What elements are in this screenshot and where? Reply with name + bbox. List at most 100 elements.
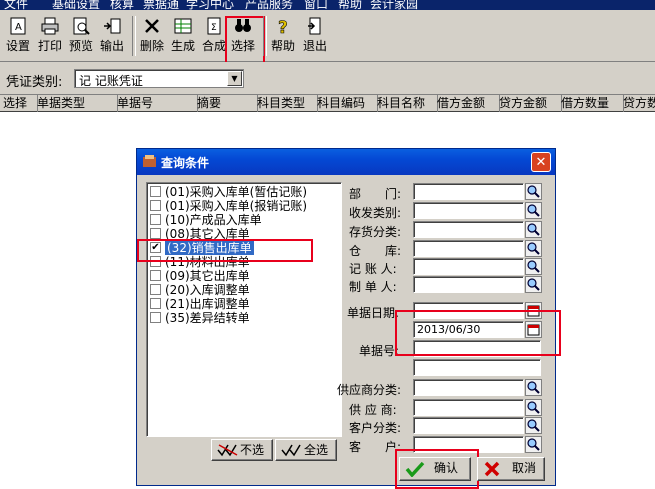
exit-button[interactable]: 退出 <box>300 14 330 58</box>
maker-lookup-button[interactable] <box>525 276 542 293</box>
menu-accounting[interactable]: 核算 <box>110 0 134 10</box>
chevron-down-icon[interactable]: ▼ <box>227 71 242 86</box>
doc-type-checkbox[interactable] <box>150 228 161 239</box>
doc-type-label: (01)采购入库单(报销记账) <box>165 199 307 213</box>
col-subject-type[interactable]: 科目类型 <box>254 95 318 112</box>
doc-type-item[interactable]: (21)出库调整单 <box>150 297 338 311</box>
voucher-grid-header: 选择 单据类型 单据号 摘要 科目类型 科目编码 科目名称 借方金额 贷方金额 … <box>0 94 655 112</box>
inventory-class-label: 存货分类: <box>349 225 402 239</box>
printer-icon <box>41 17 59 35</box>
doc-type-checkbox[interactable] <box>150 200 161 211</box>
deselect-all-button[interactable]: 不选 <box>211 439 273 461</box>
doc-type-checkbox[interactable] <box>150 298 161 309</box>
print-button[interactable]: 打印 <box>35 14 65 58</box>
menu-basic-settings[interactable]: 基础设置 <box>52 0 100 10</box>
doc-type-checkbox[interactable] <box>150 284 161 295</box>
menu-file[interactable]: 文件 <box>4 0 28 10</box>
preview-button[interactable]: 预览 <box>66 14 96 58</box>
magnifier-icon <box>527 401 540 414</box>
col-summary[interactable]: 摘要 <box>194 95 258 112</box>
customer-class-label: 客户分类: <box>349 421 402 435</box>
doc-type-checkbox[interactable] <box>150 312 161 323</box>
supplier-class-input[interactable] <box>413 379 524 396</box>
menu-learning-center[interactable]: 学习中心 <box>186 0 234 10</box>
menu-product-service[interactable]: 产品服务 <box>245 0 293 10</box>
bookkeeper-label: 记 账 人: <box>349 262 397 276</box>
delete-x-icon <box>145 19 159 33</box>
doc-type-item[interactable]: (01)采购入库单(报销记账) <box>150 199 338 213</box>
menu-window[interactable]: 窗口 <box>304 0 328 10</box>
doc-type-checkbox[interactable] <box>150 214 161 225</box>
doc-type-item[interactable]: (09)其它出库单 <box>150 269 338 283</box>
select-all-check-icon <box>281 444 301 457</box>
settings-label: 设置 <box>5 39 30 53</box>
menu-bill-pass[interactable]: 票据通 <box>143 0 179 10</box>
col-debit-qty[interactable]: 借方数量 <box>558 95 624 112</box>
cancel-label: 取消 <box>511 461 536 475</box>
bookkeeper-input[interactable] <box>413 258 524 275</box>
warehouse-input[interactable] <box>413 240 524 257</box>
col-subject-name[interactable]: 科目名称 <box>374 95 438 112</box>
date-highlight-box <box>395 310 561 356</box>
supplier-input[interactable] <box>413 399 524 416</box>
select-all-button[interactable]: 全选 <box>275 439 337 461</box>
dialog-title-bar[interactable]: 查询条件 ✕ <box>137 149 555 175</box>
doc-type-item[interactable]: (35)差异结转单 <box>150 311 338 325</box>
col-doc-type[interactable]: 单据类型 <box>34 95 118 112</box>
customer-lookup-button[interactable] <box>525 436 542 453</box>
magnifier-icon <box>527 438 540 451</box>
doc-type-label: (35)差异结转单 <box>165 311 250 325</box>
bookkeeper-lookup-button[interactable] <box>525 258 542 275</box>
export-button[interactable]: 输出 <box>97 14 127 58</box>
warehouse-lookup-button[interactable] <box>525 240 542 257</box>
doc-type-label: (20)入库调整单 <box>165 283 250 297</box>
doc-type-checkbox[interactable] <box>150 270 161 281</box>
col-credit-amount[interactable]: 贷方金额 <box>496 95 562 112</box>
menu-help[interactable]: 帮助 <box>338 0 362 10</box>
doc-type-item[interactable]: (10)产成品入库单 <box>150 213 338 227</box>
close-icon[interactable]: ✕ <box>531 152 551 172</box>
merge-icon: Σ <box>207 17 221 35</box>
voucher-type-select[interactable]: 记 记账凭证 ▼ <box>74 69 244 88</box>
delete-button[interactable]: 删除 <box>137 14 167 58</box>
doc-type-item[interactable]: (20)入库调整单 <box>150 283 338 297</box>
help-button[interactable]: ? 帮助 <box>268 14 298 58</box>
select-all-label: 全选 <box>303 443 328 457</box>
maker-input[interactable] <box>413 276 524 293</box>
doc-type-item[interactable]: (01)采购入库单(暂估记账) <box>150 185 338 199</box>
inventory-class-input[interactable] <box>413 221 524 238</box>
generate-grid-icon <box>174 18 192 34</box>
cancel-button[interactable]: 取消 <box>477 457 545 481</box>
col-credit-qty[interactable]: 贷方数量 <box>620 95 655 112</box>
doc-type-label: (10)产成品入库单 <box>165 213 262 227</box>
col-debit-amount[interactable]: 借方金额 <box>434 95 500 112</box>
menu-accounting-home[interactable]: 会计家园 <box>370 0 418 10</box>
preview-label: 预览 <box>68 39 93 53</box>
magnifier-icon <box>527 242 540 255</box>
print-label: 打印 <box>37 39 62 53</box>
customer-class-lookup-button[interactable] <box>525 417 542 434</box>
doc-type-checkbox[interactable] <box>150 186 161 197</box>
receive-type-lookup-button[interactable] <box>525 202 542 219</box>
help-label: 帮助 <box>270 39 295 53</box>
voucher-type-label: 凭证类别: <box>6 75 63 90</box>
col-doc-no[interactable]: 单据号 <box>114 95 198 112</box>
ok-highlight-box <box>395 449 479 489</box>
col-select[interactable]: 选择 <box>0 95 38 112</box>
department-input[interactable] <box>413 183 524 200</box>
receive-type-input[interactable] <box>413 202 524 219</box>
supplier-lookup-button[interactable] <box>525 399 542 416</box>
magnifier-icon <box>527 185 540 198</box>
department-lookup-button[interactable] <box>525 183 542 200</box>
generate-button[interactable]: 生成 <box>168 14 198 58</box>
inventory-class-lookup-button[interactable] <box>525 221 542 238</box>
doc-type-list[interactable]: (01)采购入库单(暂估记账) (01)采购入库单(报销记账) (10)产成品入库单… <box>146 182 342 437</box>
doc-no-to-input[interactable] <box>413 359 541 376</box>
customer-class-input[interactable] <box>413 417 524 434</box>
toolbar: A 设置 打印 预览 输出 删除 生成 Σ 合成 选择 ? 帮助 退出 <box>0 10 655 64</box>
svg-text:A: A <box>15 22 22 33</box>
settings-button[interactable]: A 设置 <box>3 14 33 58</box>
deselect-label: 不选 <box>239 443 264 457</box>
supplier-class-lookup-button[interactable] <box>525 379 542 396</box>
col-subject-code[interactable]: 科目编码 <box>314 95 378 112</box>
